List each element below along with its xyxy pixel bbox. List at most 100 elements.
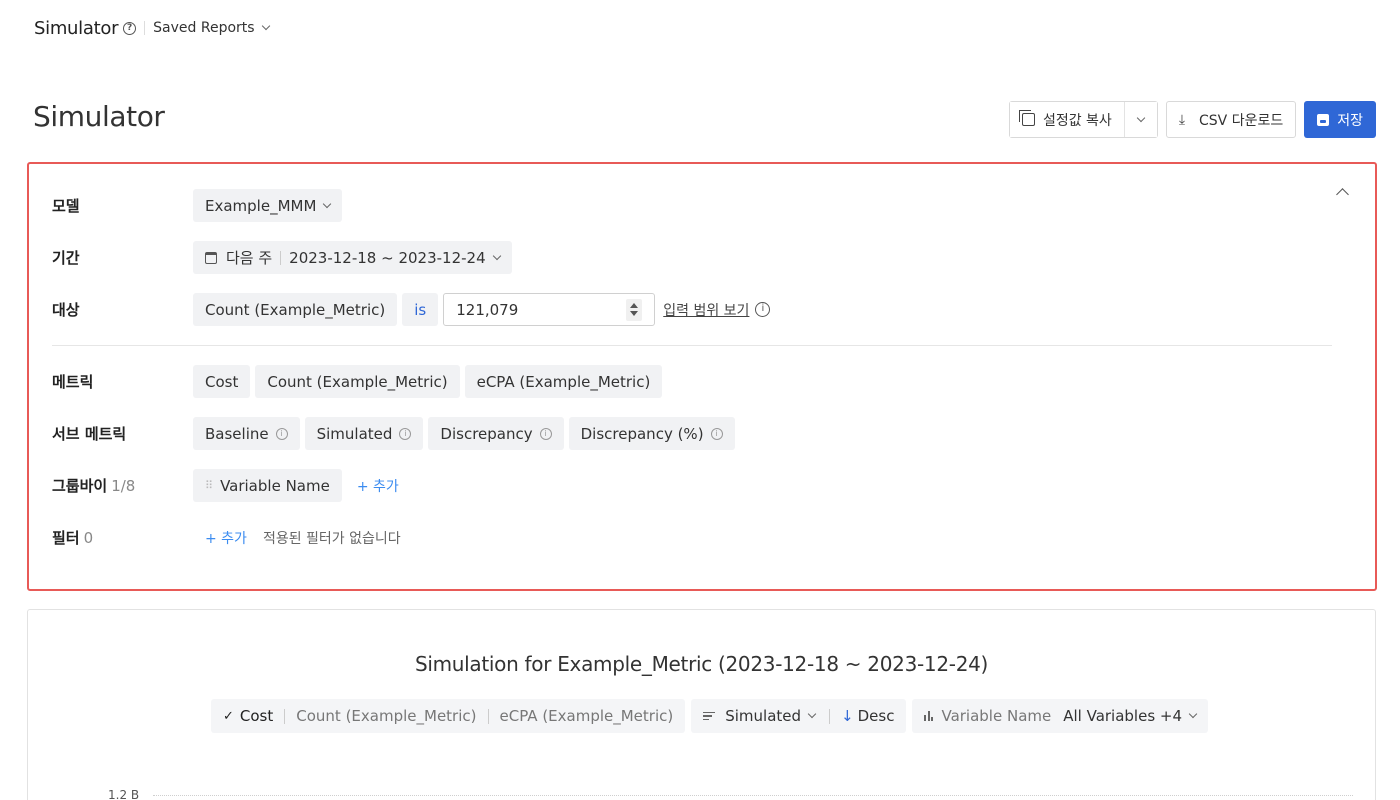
save-label: 저장 <box>1337 112 1363 129</box>
help-icon[interactable]: ? <box>123 21 137 35</box>
filter-label: 필터 0 <box>52 527 193 548</box>
target-value: 121,079 <box>456 300 519 319</box>
number-stepper[interactable] <box>626 298 643 321</box>
csv-download-button[interactable]: ⤓ CSV 다운로드 <box>1165 101 1297 138</box>
period-range: 2023-12-18 ~ 2023-12-24 <box>289 248 486 267</box>
variable-filter[interactable]: Variable Name All Variables +4 <box>912 699 1209 733</box>
model-value: Example_MMM <box>205 196 317 215</box>
copy-settings-label: 설정값 복사 <box>1042 112 1112 129</box>
period-preset: 다음 주 <box>226 249 273 267</box>
stepper-up-icon[interactable] <box>630 303 639 308</box>
stepper-down-icon[interactable] <box>630 311 639 316</box>
chevron-down-icon[interactable] <box>807 709 817 719</box>
bar-chart-icon <box>924 711 934 721</box>
group-by-chip[interactable]: ⠿ Variable Name <box>193 469 342 502</box>
input-range-link[interactable]: 입력 범위 보기 <box>663 300 749 320</box>
metrics-row: 메트릭 Cost Count (Example_Metric) eCPA (Ex… <box>52 365 667 398</box>
settings-panel: 모델 Example_MMM 기간 다음 주 2023-12-18 ~ 2023… <box>27 162 1377 591</box>
chevron-down-icon <box>1188 709 1198 719</box>
info-icon[interactable]: i <box>755 302 771 317</box>
check-icon: ✓ <box>223 708 234 724</box>
info-icon[interactable]: i <box>399 427 412 440</box>
breadcrumb: Simulator ? Saved Reports <box>34 15 270 41</box>
sort-control: Simulated ↓ Desc <box>691 699 907 733</box>
chevron-down-icon[interactable] <box>261 21 270 31</box>
filter-empty-text: 적용된 필터가 없습니다 <box>262 530 401 547</box>
breadcrumb-divider <box>144 21 146 35</box>
sub-metrics-label: 서브 메트릭 <box>52 425 127 443</box>
target-value-input[interactable]: 121,079 <box>443 293 656 326</box>
add-filter-button[interactable]: + 추가 <box>205 528 247 548</box>
target-operator[interactable]: is <box>402 293 439 326</box>
metrics-label: 메트릭 <box>52 373 94 391</box>
model-select[interactable]: Example_MMM <box>193 189 343 222</box>
sort-icon <box>703 711 716 721</box>
model-label: 모델 <box>52 197 80 215</box>
saved-reports-dropdown[interactable]: Saved Reports <box>153 20 254 36</box>
grid-line <box>153 795 1353 796</box>
toolbar: 설정값 복사 ⤓ CSV 다운로드 저장 <box>1008 101 1376 138</box>
target-metric-select[interactable]: Count (Example_Metric) <box>193 293 398 326</box>
metric-chip-count[interactable]: Count (Example_Metric) <box>255 365 460 398</box>
copy-settings-menu-button[interactable] <box>1123 102 1157 137</box>
sub-metric-chip-discrepancy-pct[interactable]: Discrepancy (%) i <box>568 417 735 450</box>
group-by-label: 그룹바이 1/8 <box>52 475 193 496</box>
metric-chip-cost[interactable]: Cost <box>193 365 251 398</box>
target-label: 대상 <box>52 301 80 319</box>
copy-settings-group: 설정값 복사 <box>1008 101 1158 138</box>
variable-filter-label: Variable Name <box>941 707 1052 725</box>
filter-title: 필터 <box>52 529 80 547</box>
y-axis-tick: 1.2 B <box>108 788 140 800</box>
sort-divider <box>829 708 831 724</box>
info-icon[interactable]: i <box>710 427 723 440</box>
period-divider <box>280 250 282 265</box>
sort-by-select[interactable]: Simulated <box>725 707 801 725</box>
copy-settings-button[interactable]: 설정값 복사 <box>1009 102 1124 137</box>
save-button[interactable]: 저장 <box>1304 101 1376 138</box>
sub-metric-chip-discrepancy[interactable]: Discrepancy i <box>428 417 564 450</box>
chart-title: Simulation for Example_Metric (2023-12-1… <box>414 652 989 676</box>
csv-download-label: CSV 다운로드 <box>1199 112 1284 129</box>
period-label: 기간 <box>52 249 80 267</box>
sub-metric-label: Baseline <box>205 424 269 443</box>
metric-tabs: ✓ Cost Count (Example_Metric) eCPA (Exam… <box>211 699 686 733</box>
breadcrumb-title[interactable]: Simulator <box>34 18 118 39</box>
group-by-title: 그룹바이 <box>52 477 108 495</box>
chevron-up-icon[interactable] <box>1336 188 1349 201</box>
metric-tab-cost[interactable]: Cost <box>240 707 273 725</box>
tab-divider <box>284 708 286 724</box>
copy-icon <box>1018 110 1035 126</box>
metric-tab-ecpa[interactable]: eCPA (Example_Metric) <box>500 707 674 725</box>
sub-metric-label: Simulated <box>316 424 393 443</box>
info-icon[interactable]: i <box>539 427 552 440</box>
chart-controls: ✓ Cost Count (Example_Metric) eCPA (Exam… <box>211 699 1209 733</box>
download-icon: ⤓ <box>1178 111 1186 128</box>
chart-card: Simulation for Example_Metric (2023-12-1… <box>27 609 1376 800</box>
period-row: 기간 다음 주 2023-12-18 ~ 2023-12-24 <box>52 241 517 274</box>
group-by-row: 그룹바이 1/8 ⠿ Variable Name + 추가 <box>52 469 399 502</box>
sort-order-toggle[interactable]: Desc <box>858 707 895 725</box>
tab-divider <box>487 708 489 724</box>
variable-filter-value: All Variables +4 <box>1063 707 1183 725</box>
group-by-item: Variable Name <box>220 476 330 495</box>
group-by-count: 1/8 <box>111 477 136 495</box>
add-group-by-button[interactable]: + 추가 <box>357 476 399 496</box>
sub-metric-label: Discrepancy (%) <box>580 424 704 443</box>
metric-chip-ecpa[interactable]: eCPA (Example_Metric) <box>464 365 663 398</box>
sub-metrics-row: 서브 메트릭 Baseline i Simulated i Discrepanc… <box>52 417 740 450</box>
page-title: Simulator <box>33 100 165 133</box>
chevron-down-icon <box>1136 113 1146 122</box>
filter-row: 필터 0 + 추가 적용된 필터가 없습니다 <box>52 521 401 554</box>
chevron-down-icon <box>492 251 501 260</box>
sub-metric-chip-simulated[interactable]: Simulated i <box>304 417 424 450</box>
filter-count: 0 <box>83 529 94 547</box>
metric-tab-count[interactable]: Count (Example_Metric) <box>296 707 476 725</box>
chevron-down-icon <box>323 199 332 208</box>
sub-metric-chip-baseline[interactable]: Baseline i <box>193 417 300 450</box>
target-row: 대상 Count (Example_Metric) is 121,079 입력 … <box>52 293 771 326</box>
sub-metric-label: Discrepancy <box>440 424 533 443</box>
panel-divider <box>52 345 1332 346</box>
period-select[interactable]: 다음 주 2023-12-18 ~ 2023-12-24 <box>193 241 512 274</box>
info-icon[interactable]: i <box>275 427 288 440</box>
drag-handle-icon[interactable]: ⠿ <box>205 479 213 492</box>
